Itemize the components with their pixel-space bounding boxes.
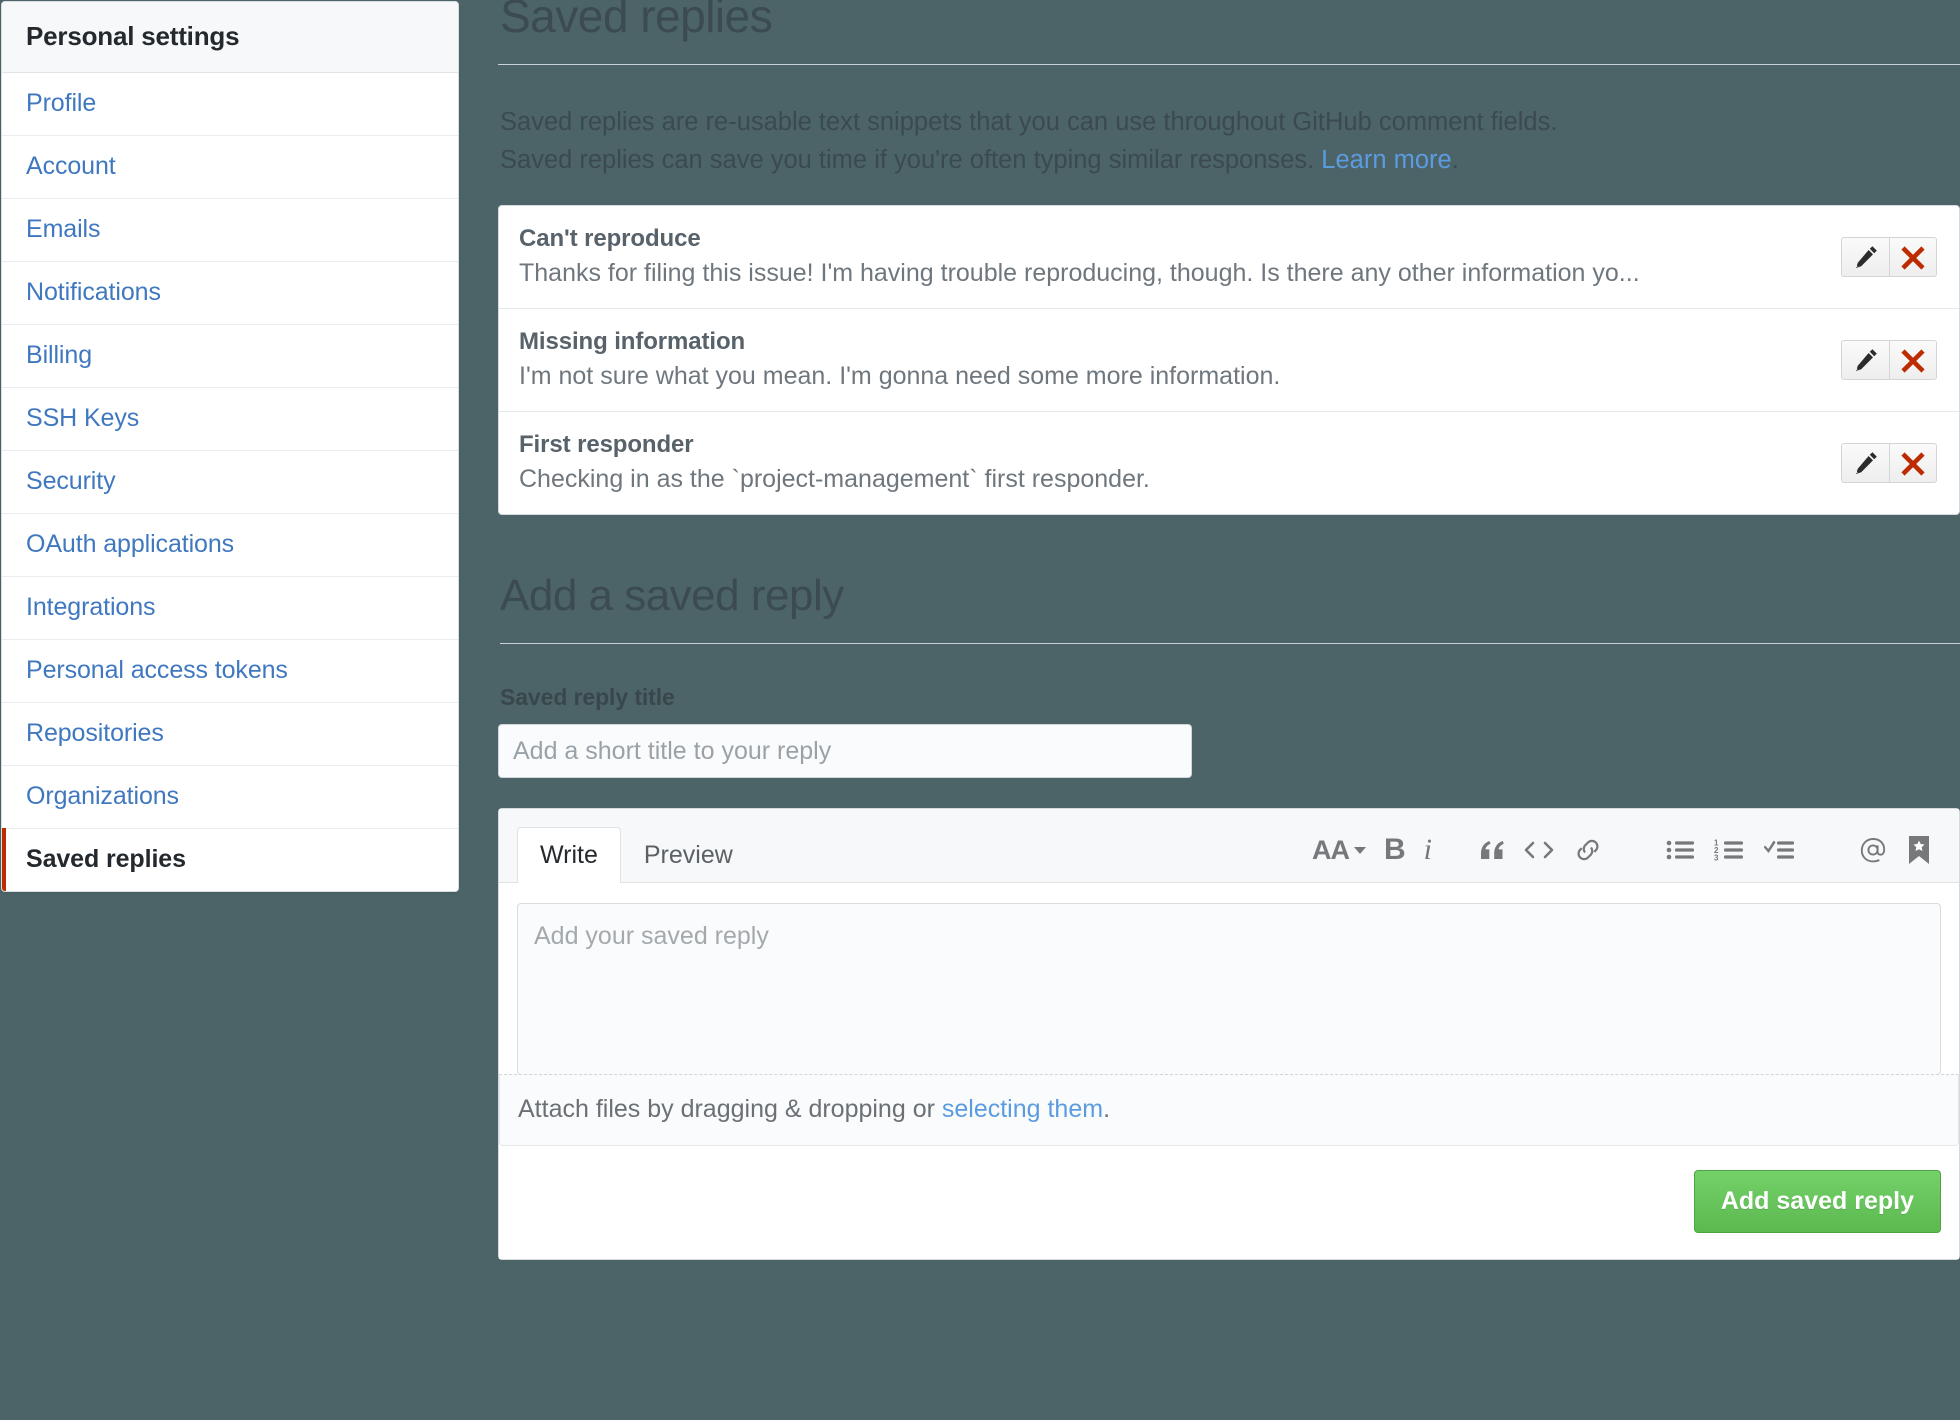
learn-more-link[interactable]: Learn more (1321, 146, 1451, 174)
saved-reply-row: First responder Checking in as the `proje… (499, 412, 1959, 514)
saved-reply-actions (1841, 340, 1937, 380)
intro-paragraph: Saved replies are re-usable text snippet… (500, 103, 1630, 179)
sidebar-item-repositories[interactable]: Repositories (2, 703, 458, 766)
saved-reply-actions (1841, 443, 1937, 483)
close-icon (1900, 244, 1926, 270)
bold-icon[interactable]: B (1375, 830, 1415, 870)
sidebar-item-oauth-applications[interactable]: OAuth applications (2, 514, 458, 577)
sidebar-item-saved-replies[interactable]: Saved replies (2, 829, 458, 891)
reply-composer: Write Preview AA B i (498, 808, 1960, 1260)
saved-reply-title: Can't reproduce (519, 225, 1823, 253)
page-root: Personal settings ProfileAccountEmailsNo… (0, 0, 1960, 1420)
selecting-them-link[interactable]: selecting them (942, 1095, 1103, 1123)
saved-reply-actions (1841, 237, 1937, 277)
close-icon (1900, 347, 1926, 373)
delete-saved-reply-button[interactable] (1889, 237, 1937, 277)
sidebar-item-billing[interactable]: Billing (2, 325, 458, 388)
italic-icon[interactable]: i (1415, 830, 1441, 870)
attach-period: . (1103, 1095, 1110, 1123)
delete-saved-reply-button[interactable] (1889, 340, 1937, 380)
heading-icon[interactable]: AA (1303, 830, 1375, 870)
saved-replies-list: Can't reproduce Thanks for filing this is… (498, 205, 1960, 515)
pencil-icon (1853, 450, 1879, 476)
markdown-toolbar: AA B i (1303, 830, 1941, 882)
saved-reply-texts: Missing information I'm not sure what you… (519, 328, 1841, 391)
settings-sidebar: Personal settings ProfileAccountEmailsNo… (1, 1, 459, 892)
attach-files-dropzone[interactable]: Attach files by dragging & dropping or s… (499, 1074, 1959, 1146)
saved-reply-row: Can't reproduce Thanks for filing this is… (499, 206, 1959, 309)
intro-period: . (1452, 146, 1459, 174)
edit-saved-reply-button[interactable] (1841, 443, 1889, 483)
heading-icon-glyph: AA (1312, 836, 1349, 864)
composer-tabbar: Write Preview AA B i (499, 809, 1959, 883)
saved-reply-title-label: Saved reply title (500, 684, 1960, 711)
composer-body-area (517, 883, 1941, 1075)
edit-saved-reply-button[interactable] (1841, 237, 1889, 277)
delete-saved-reply-button[interactable] (1889, 443, 1937, 483)
pencil-icon (1853, 347, 1879, 373)
attach-files-text: Attach files by dragging & dropping or (518, 1095, 942, 1123)
tab-write[interactable]: Write (517, 827, 621, 883)
saved-reply-title: First responder (519, 431, 1823, 459)
saved-reply-title: Missing information (519, 328, 1823, 356)
page-title: Saved replies (498, 0, 1960, 65)
quote-icon[interactable] (1469, 830, 1515, 870)
sidebar-item-organizations[interactable]: Organizations (2, 766, 458, 829)
mention-icon[interactable] (1849, 830, 1897, 870)
sidebar-item-profile[interactable]: Profile (2, 73, 458, 136)
tab-preview[interactable]: Preview (621, 827, 756, 883)
sidebar-item-account[interactable]: Account (2, 136, 458, 199)
task-list-icon[interactable] (1755, 830, 1805, 870)
close-icon (1900, 450, 1926, 476)
italic-icon-glyph: i (1424, 836, 1432, 864)
svg-text:3: 3 (1714, 854, 1719, 863)
unordered-list-icon[interactable] (1657, 830, 1705, 870)
sidebar-header: Personal settings (2, 2, 458, 73)
saved-reply-icon[interactable] (1897, 830, 1941, 870)
composer-footer: Add saved reply (499, 1146, 1959, 1259)
sidebar-item-emails[interactable]: Emails (2, 199, 458, 262)
saved-reply-body: Thanks for filing this issue! I'm having… (519, 259, 1823, 288)
add-saved-reply-button[interactable]: Add saved reply (1694, 1170, 1941, 1233)
saved-reply-texts: First responder Checking in as the `proje… (519, 431, 1841, 494)
sidebar-item-list: ProfileAccountEmailsNotificationsBilling… (2, 73, 458, 891)
saved-reply-texts: Can't reproduce Thanks for filing this is… (519, 225, 1841, 288)
sidebar-item-security[interactable]: Security (2, 451, 458, 514)
add-saved-reply-heading: Add a saved reply (500, 571, 1960, 644)
saved-reply-title-input[interactable] (498, 724, 1192, 778)
main-content: Saved replies Saved replies are re-usabl… (498, 0, 1960, 1420)
chevron-down-icon (1354, 847, 1366, 854)
saved-reply-body: Checking in as the `project-management` … (519, 465, 1823, 494)
ordered-list-icon[interactable]: 1 2 3 (1705, 830, 1755, 870)
sidebar-item-notifications[interactable]: Notifications (2, 262, 458, 325)
edit-saved-reply-button[interactable] (1841, 340, 1889, 380)
saved-reply-body: I'm not sure what you mean. I'm gonna ne… (519, 362, 1823, 391)
bold-icon-glyph: B (1384, 836, 1406, 864)
pencil-icon (1853, 244, 1879, 270)
sidebar-item-integrations[interactable]: Integrations (2, 577, 458, 640)
saved-reply-row: Missing information I'm not sure what you… (499, 309, 1959, 412)
link-icon[interactable] (1563, 830, 1613, 870)
sidebar-item-personal-access-tokens[interactable]: Personal access tokens (2, 640, 458, 703)
saved-reply-body-textarea[interactable] (517, 903, 1941, 1075)
code-icon[interactable] (1515, 830, 1563, 870)
sidebar-item-ssh-keys[interactable]: SSH Keys (2, 388, 458, 451)
